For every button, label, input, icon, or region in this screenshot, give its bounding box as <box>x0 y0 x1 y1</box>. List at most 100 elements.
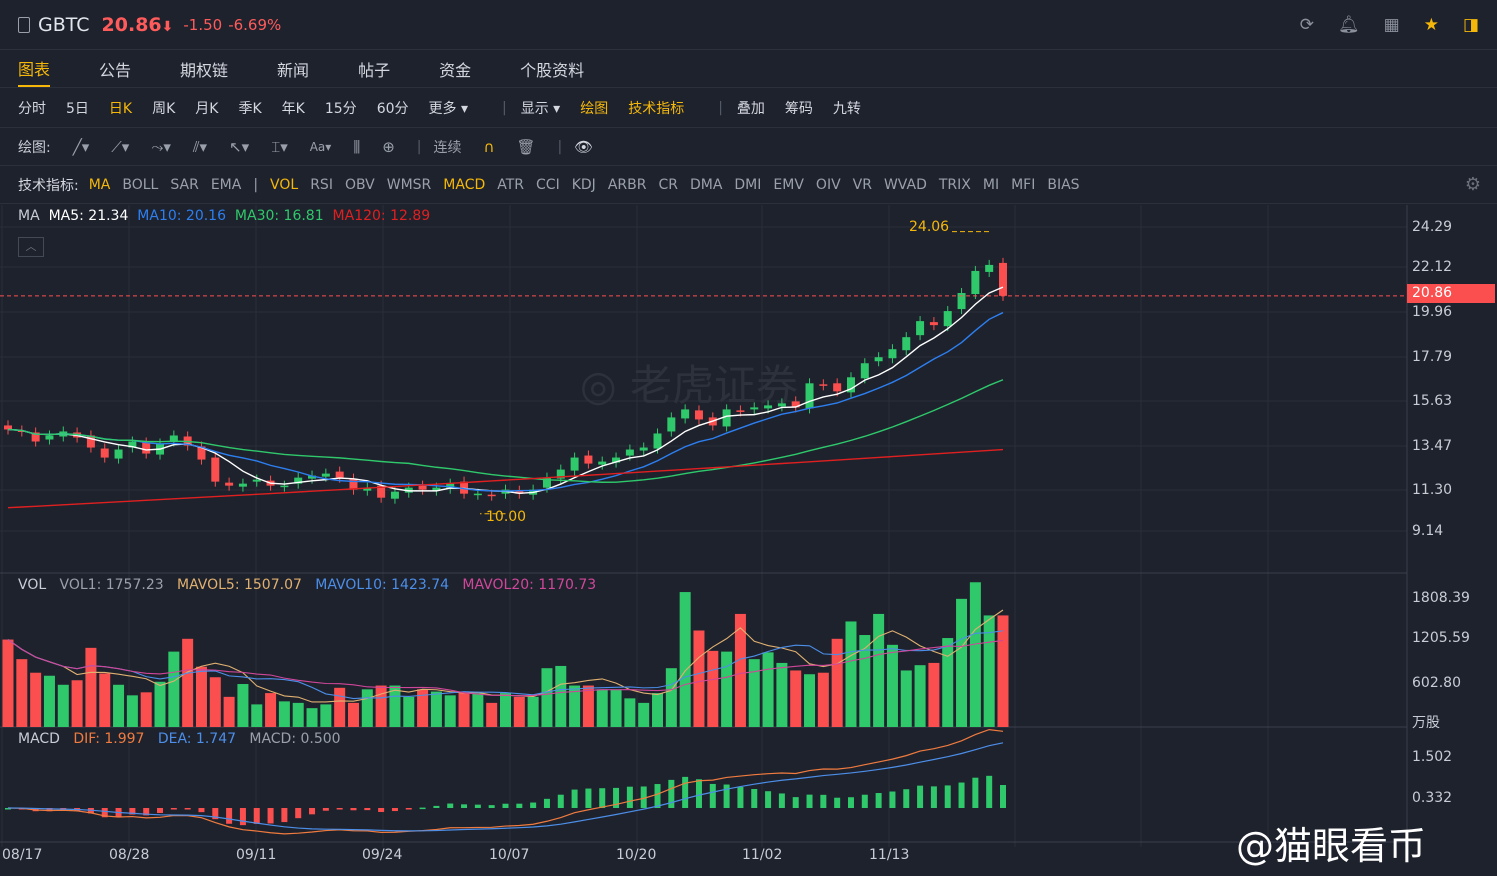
last-price-tag: 20.86 <box>1407 284 1495 303</box>
arrow-tool-icon[interactable]: ↖▾ <box>229 138 249 156</box>
price-change-pct: -6.69% <box>228 15 282 34</box>
ray-tool-icon[interactable]: ⤳▾ <box>151 138 171 156</box>
price-axis-label: 11.30 <box>1412 482 1453 498</box>
period-3[interactable]: 周K <box>152 98 175 118</box>
period-1[interactable]: 5日 <box>66 98 89 118</box>
period-8[interactable]: 60分 <box>377 98 409 118</box>
volume-bar <box>790 670 802 727</box>
ma30-line <box>7 379 1004 483</box>
macd-histogram-bar <box>820 794 827 808</box>
trash-icon[interactable]: 🗑︎ <box>517 138 536 156</box>
tab-6[interactable]: 个股资料 <box>520 50 584 87</box>
candle-body <box>142 442 151 454</box>
tab-5[interactable]: 资金 <box>439 50 471 87</box>
candle-body <box>639 447 648 451</box>
quote-header: GBTC 20.86⬇ -1.50 -6.69% ⟳ 🔔︎ ▦ ★ ◨ <box>0 0 1497 50</box>
refresh-icon[interactable]: ⟳ <box>1300 15 1314 35</box>
macd-histogram-bar <box>447 803 454 808</box>
tab-1[interactable]: 公告 <box>99 50 131 87</box>
indicator-sub-wvad[interactable]: WVAD <box>884 177 927 193</box>
indicator-sub-kdj[interactable]: KDJ <box>572 177 596 193</box>
text-tool-icon[interactable]: Aa▾ <box>310 140 332 154</box>
bell-icon[interactable]: 🔔︎ <box>1338 15 1360 35</box>
eye-icon[interactable]: 👁︎ <box>574 138 593 156</box>
tab-4[interactable]: 帖子 <box>358 50 390 87</box>
grid-icon[interactable]: ▦ <box>1384 15 1400 35</box>
indicator-sub-vr[interactable]: VR <box>853 177 872 193</box>
volume-bar <box>209 677 221 727</box>
sidebar-toggle-icon[interactable] <box>18 16 30 33</box>
indicator-sub-bias[interactable]: BIAS <box>1047 177 1079 193</box>
overlay-button[interactable]: 叠加 <box>737 98 765 118</box>
chips-button[interactable]: 筹码 <box>785 98 813 118</box>
panel-icon[interactable]: ◨ <box>1463 15 1479 35</box>
indicator-sub-mfi[interactable]: MFI <box>1011 177 1035 193</box>
magnet-icon[interactable]: ∩ <box>484 138 495 156</box>
indicator-sub-cci[interactable]: CCI <box>536 177 560 193</box>
period-6[interactable]: 年K <box>282 98 305 118</box>
indicator-sub-arbr[interactable]: ARBR <box>608 177 647 193</box>
volume-bar <box>99 673 111 727</box>
tech-indicator-toggle[interactable]: 技术指标 <box>628 98 684 118</box>
volume-bar <box>182 638 194 727</box>
period-4[interactable]: 月K <box>195 98 218 118</box>
settings-gear-icon[interactable]: ⚙ <box>1465 174 1481 195</box>
collapse-icon[interactable]: ︿ <box>18 237 44 257</box>
indicator-sub-wmsr[interactable]: WMSR <box>387 177 432 193</box>
indicator-sub-vol[interactable]: VOL <box>270 177 298 193</box>
period-2[interactable]: 日K <box>109 98 132 118</box>
macd-histogram-bar <box>972 777 979 808</box>
candle-body <box>999 262 1007 296</box>
indicator-sub-dmi[interactable]: DMI <box>734 177 761 193</box>
tab-2[interactable]: 期权链 <box>180 50 228 87</box>
line-tool-icon[interactable]: ╱▾ <box>73 138 90 156</box>
candlestick-chart[interactable]: ◎ 老虎证券 <box>0 205 1497 876</box>
period-bar: 分时 5日 日K 周K 月K 季K 年K 15分 60分 更多 ▾ | 显示 ▾ 绘图 技术指标 … <box>0 88 1497 128</box>
indicator-sub-oiv[interactable]: OIV <box>816 177 841 193</box>
indicator-main-ma[interactable]: MA <box>89 177 111 193</box>
volume-bar <box>278 701 290 727</box>
indicator-sub-trix[interactable]: TRIX <box>939 177 971 193</box>
volume-bar <box>610 689 622 727</box>
tab-0[interactable]: 图表 <box>18 50 51 87</box>
indicator-sub-rsi[interactable]: RSI <box>310 177 333 193</box>
volume-bar <box>265 693 277 727</box>
nine-turn-button[interactable]: 九转 <box>833 98 861 118</box>
indicator-sub-obv[interactable]: OBV <box>345 177 375 193</box>
indicator-main-boll[interactable]: BOLL <box>122 177 158 193</box>
indicator-main-ema[interactable]: EMA <box>211 177 242 193</box>
period-9[interactable]: 更多 ▾ <box>429 98 468 118</box>
period-7[interactable]: 15分 <box>325 98 357 118</box>
draw-toggle[interactable]: 绘图 <box>580 98 608 118</box>
bar-tool-icon[interactable]: ⫼ <box>353 138 360 156</box>
period-0[interactable]: 分时 <box>18 98 46 118</box>
indicator-sub-emv[interactable]: EMV <box>773 177 804 193</box>
macd-histogram-bar <box>364 808 371 811</box>
continuous-toggle[interactable]: 连续 <box>434 137 462 157</box>
macd-histogram-bar <box>461 804 468 808</box>
tab-3[interactable]: 新闻 <box>277 50 309 87</box>
channel-tool-icon[interactable]: ⫽▾ <box>193 138 207 156</box>
candle-body <box>390 491 399 499</box>
macd-histogram-bar <box>405 808 412 810</box>
indicator-main-sar[interactable]: SAR <box>170 177 198 193</box>
indicator-sub-atr[interactable]: ATR <box>497 177 524 193</box>
display-dropdown[interactable]: 显示 ▾ <box>521 98 560 118</box>
indicator-sub-dma[interactable]: DMA <box>690 177 722 193</box>
candle-body <box>473 493 482 496</box>
period-5[interactable]: 季K <box>238 98 261 118</box>
zoom-icon[interactable]: ⊕ <box>382 138 395 156</box>
indicator-sub-cr[interactable]: CR <box>658 177 678 193</box>
macd-histogram-bar <box>281 808 288 823</box>
volume-bar <box>555 665 567 727</box>
star-icon[interactable]: ★ <box>1424 15 1439 35</box>
volume-bar <box>361 689 373 727</box>
indicator-sub-macd[interactable]: MACD <box>443 177 485 193</box>
polyline-tool-icon[interactable]: ⟋▾ <box>111 138 129 156</box>
volume-bar <box>582 685 594 727</box>
macd-histogram-bar <box>889 791 896 808</box>
volume-bar <box>969 582 981 727</box>
volume-bar <box>873 613 885 727</box>
measure-tool-icon[interactable]: ⌶▾ <box>271 138 288 156</box>
indicator-sub-mi[interactable]: MI <box>983 177 999 193</box>
